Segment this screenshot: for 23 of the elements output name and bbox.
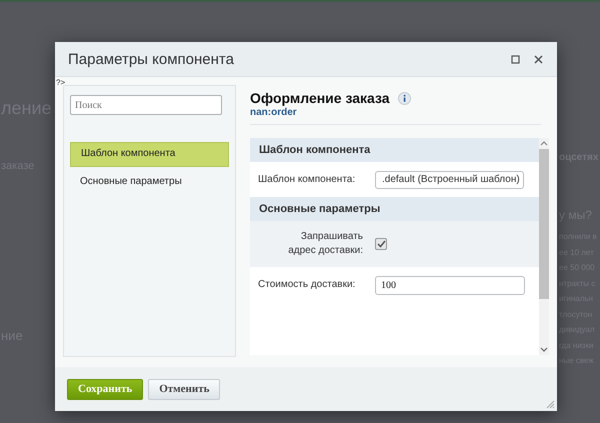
info-icon[interactable] — [398, 92, 411, 104]
component-code: nan:order — [250, 107, 298, 118]
field-label: Стоимость доставки: — [257, 279, 356, 290]
code-text: ?> — [56, 78, 66, 87]
sidebar-item[interactable]: Шаблон компонента — [70, 142, 229, 167]
close-icon[interactable] — [532, 52, 545, 66]
sidebar-item[interactable]: Основные параметры — [70, 170, 229, 193]
template-dropdown[interactable]: .default (Встроенный шаблон) — [375, 170, 524, 188]
resize-grip-icon[interactable] — [546, 400, 555, 409]
dialog-title: Параметры компонента — [68, 50, 234, 68]
field-label: Шаблон компонента: — [257, 174, 356, 185]
checkbox[interactable] — [375, 238, 387, 250]
scroll-up-icon[interactable] — [540, 140, 548, 146]
cancel-button[interactable]: Отменить — [148, 378, 220, 400]
scroll-down-icon[interactable] — [540, 347, 548, 353]
maximize-icon[interactable] — [509, 52, 522, 66]
component-title: Оформление заказа — [250, 90, 390, 106]
scrollbar[interactable] — [539, 138, 549, 355]
section-header: Шаблон компонента — [250, 138, 539, 162]
field-label: Запрашивать адрес доставки: — [287, 230, 364, 258]
search-field[interactable]: Поиск — [70, 95, 222, 115]
section-header: Основные параметры — [250, 197, 539, 221]
input-field[interactable]: 100 — [375, 276, 525, 294]
